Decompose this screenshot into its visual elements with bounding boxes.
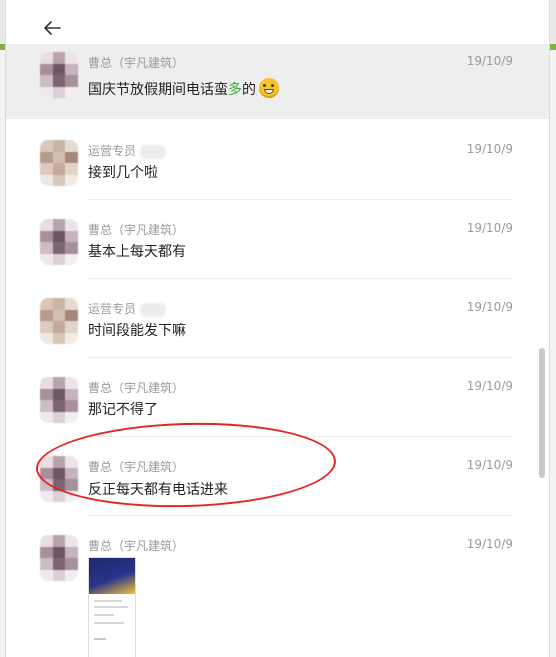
thumbnail-line xyxy=(94,600,122,602)
thumbnail-header-graphic xyxy=(89,558,135,594)
message-time: 19/10/9 xyxy=(466,537,513,551)
scrollbar-thumb[interactable] xyxy=(539,348,545,478)
message-time: 19/10/9 xyxy=(466,458,513,472)
thumbnail-line xyxy=(94,622,124,624)
sender-name: 曹总（宇凡建筑） xyxy=(88,539,185,553)
avatar xyxy=(40,52,78,98)
avatar xyxy=(40,219,78,265)
blurred-name xyxy=(140,144,167,159)
panel-header xyxy=(6,0,549,50)
message-time: 19/10/9 xyxy=(466,379,513,393)
message-item[interactable]: 运营专员 19/10/9 接到几个啦 xyxy=(6,132,549,202)
message-text: 基本上每天都有 xyxy=(88,244,186,260)
chat-history-panel: 曹总（宇凡建筑） 19/10/9 国庆节放假期间电话蛮多的 运营专员 19/10… xyxy=(5,0,550,657)
sender-name: 运营专员 xyxy=(88,300,167,317)
message-time: 19/10/9 xyxy=(466,221,513,235)
message-item[interactable]: 曹总（宇凡建筑） 19/10/9 国庆节放假期间电话蛮多的 xyxy=(6,44,549,119)
message-divider xyxy=(88,515,513,516)
sender-name-text: 运营专员 xyxy=(88,302,137,316)
grinning-face-icon xyxy=(259,78,279,98)
message-text: 国庆节放假期间电话蛮多的 xyxy=(88,78,279,99)
sender-name: 运营专员 xyxy=(88,142,167,159)
message-item[interactable]: 曹总（宇凡建筑） 19/10/9 基本上每天都有 xyxy=(6,211,549,281)
message-divider xyxy=(88,278,513,279)
message-text: 那记不得了 xyxy=(88,402,158,418)
thumbnail-line xyxy=(94,638,106,640)
blurred-name xyxy=(140,302,167,317)
message-text-green: 多 xyxy=(228,82,242,98)
message-time: 19/10/9 xyxy=(466,300,513,314)
sender-name-text: 运营专员 xyxy=(88,144,137,158)
message-divider xyxy=(88,199,513,200)
sender-name: 曹总（宇凡建筑） xyxy=(88,381,185,395)
message-time: 19/10/9 xyxy=(466,54,513,68)
message-text: 接到几个啦 xyxy=(88,165,158,181)
message-item[interactable]: 运营专员 19/10/9 时间段能发下嘛 xyxy=(6,290,549,360)
sender-name: 曹总（宇凡建筑） xyxy=(88,56,185,70)
message-text-part: 国庆节放假期间电话蛮 xyxy=(88,82,228,98)
back-arrow-icon[interactable] xyxy=(42,18,62,38)
sender-name: 曹总（宇凡建筑） xyxy=(88,223,185,237)
avatar xyxy=(40,377,78,423)
message-text: 时间段能发下嘛 xyxy=(88,323,186,339)
message-divider xyxy=(88,357,513,358)
message-text-part: 的 xyxy=(242,82,256,98)
thumbnail-line xyxy=(94,614,114,616)
message-time: 19/10/9 xyxy=(466,142,513,156)
thumbnail-line xyxy=(94,606,128,608)
avatar xyxy=(40,298,78,344)
avatar xyxy=(40,535,78,581)
background-edge-right xyxy=(550,50,556,657)
avatar xyxy=(40,140,78,186)
image-attachment-thumbnail[interactable] xyxy=(88,557,136,657)
